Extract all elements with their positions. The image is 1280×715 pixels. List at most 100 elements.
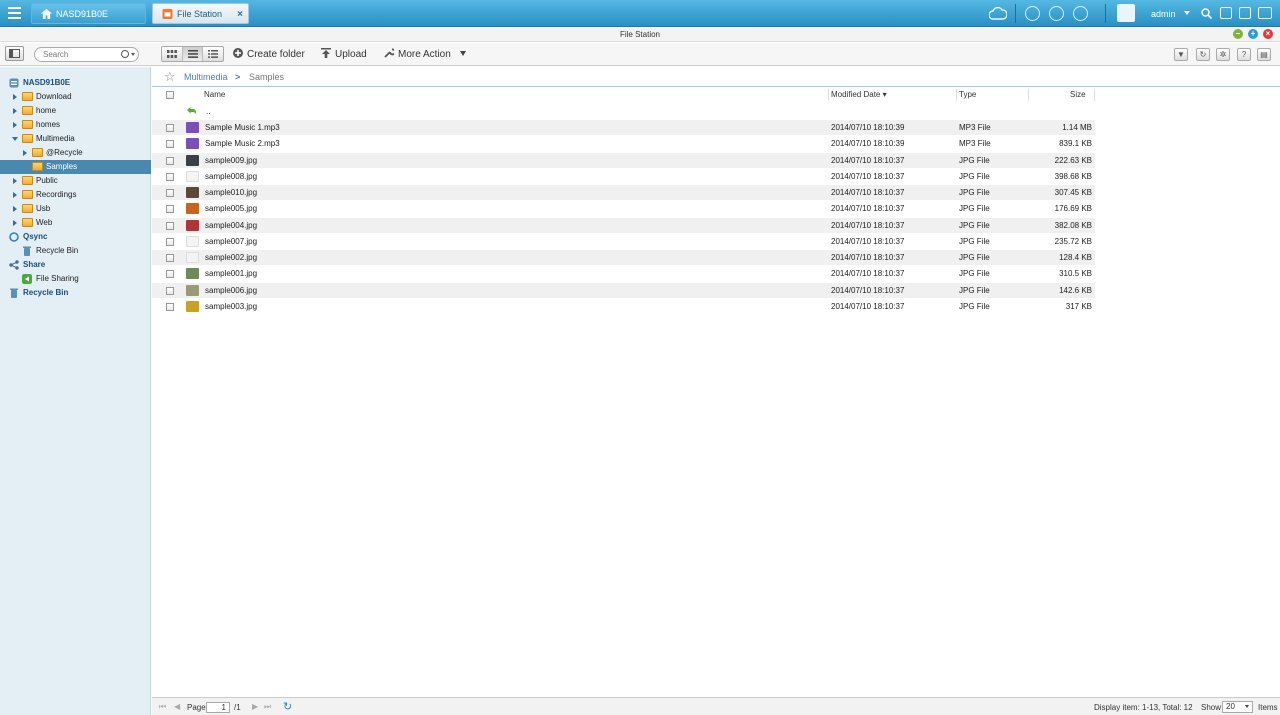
refresh-list-icon[interactable]: ↻: [283, 700, 292, 713]
row-checkbox[interactable]: [166, 124, 174, 132]
file-name[interactable]: sample004.jpg: [205, 218, 257, 233]
upload-button[interactable]: Upload: [321, 47, 367, 62]
tab-close-icon[interactable]: ×: [237, 4, 243, 25]
sidebar-item-root[interactable]: NASD91B0E: [0, 76, 151, 90]
collapse-icon[interactable]: [12, 137, 18, 141]
file-name[interactable]: Sample Music 1.mp3: [205, 120, 280, 135]
taskbar-search-icon[interactable]: [1201, 8, 1212, 19]
create-folder-button[interactable]: Create folder: [233, 47, 305, 62]
file-name[interactable]: sample010.jpg: [205, 185, 257, 200]
more-action-button[interactable]: More Action: [384, 47, 466, 62]
expand-icon[interactable]: [13, 94, 17, 100]
settings-icon[interactable]: ✲: [1216, 48, 1230, 61]
home-tab[interactable]: NASD91B0E: [31, 3, 146, 24]
search-box[interactable]: [34, 47, 139, 62]
expand-icon[interactable]: [13, 192, 17, 198]
user-icon[interactable]: [1117, 4, 1135, 22]
file-name[interactable]: sample001.jpg: [205, 266, 257, 281]
file-name[interactable]: sample002.jpg: [205, 250, 257, 265]
table-row[interactable]: sample005.jpg 2014/07/10 18:10:37 JPG File…: [152, 201, 1095, 216]
monitor-icon[interactable]: [1258, 7, 1272, 19]
menu-icon[interactable]: [4, 3, 26, 23]
panel-toggle-icon[interactable]: ▤: [1257, 48, 1271, 61]
table-row[interactable]: Sample Music 1.mp3 2014/07/10 18:10:39 MP3…: [152, 120, 1095, 135]
file-name[interactable]: sample007.jpg: [205, 234, 257, 249]
row-checkbox[interactable]: [166, 254, 174, 262]
row-checkbox[interactable]: [166, 302, 174, 311]
row-checkbox[interactable]: [166, 205, 174, 214]
close-window-icon[interactable]: ×: [1263, 29, 1273, 39]
sidebar-item-recycle-bin[interactable]: Recycle Bin: [0, 286, 151, 300]
table-row[interactable]: sample003.jpg 2014/07/10 18:10:37 JPG File…: [152, 299, 1095, 314]
row-checkbox[interactable]: [166, 156, 174, 165]
expand-icon[interactable]: [13, 220, 17, 226]
select-all-checkbox[interactable]: [166, 91, 174, 99]
breadcrumb-item-samples[interactable]: Samples: [249, 72, 284, 82]
table-row[interactable]: sample007.jpg 2014/07/10 18:10:37 JPG File…: [152, 234, 1095, 249]
refresh-icon[interactable]: ↻: [1196, 48, 1210, 61]
sidebar-toggle-button[interactable]: [5, 46, 24, 61]
prev-page-icon[interactable]: ◀: [174, 702, 182, 711]
list-view-button[interactable]: [182, 47, 204, 61]
filter-icon[interactable]: ▼: [1174, 48, 1188, 61]
file-name[interactable]: sample005.jpg: [205, 201, 257, 216]
table-row[interactable]: sample009.jpg 2014/07/10 18:10:37 JPG File…: [152, 152, 1095, 168]
info-icon[interactable]: [1073, 6, 1088, 21]
table-row[interactable]: Sample Music 2.mp3 2014/07/10 18:10:39 MP3…: [152, 136, 1095, 151]
table-row[interactable]: sample006.jpg 2014/07/10 18:10:37 JPG File…: [152, 282, 1095, 298]
row-checkbox[interactable]: [166, 270, 174, 279]
expand-icon[interactable]: [13, 108, 17, 114]
expand-icon[interactable]: [13, 122, 17, 128]
expand-icon[interactable]: [13, 206, 17, 212]
page-size-select[interactable]: 20: [1222, 701, 1253, 713]
column-size[interactable]: Size: [1070, 90, 1086, 99]
table-row[interactable]: sample001.jpg 2014/07/10 18:10:37 JPG File…: [152, 266, 1095, 281]
row-checkbox[interactable]: [166, 140, 174, 149]
breadcrumb-item-multimedia[interactable]: Multimedia: [184, 72, 228, 82]
last-page-icon[interactable]: ⏭: [264, 702, 272, 711]
table-row[interactable]: sample010.jpg 2014/07/10 18:10:37 JPG File…: [152, 185, 1095, 200]
star-icon[interactable]: ☆: [164, 69, 176, 85]
user-dropdown-icon[interactable]: [1184, 11, 1190, 15]
row-checkbox[interactable]: [166, 172, 174, 181]
sidebar-item-homes[interactable]: homes: [0, 118, 151, 132]
sidebar-item-share[interactable]: Share: [0, 258, 151, 272]
parent-folder-row[interactable]: ..: [152, 104, 1095, 119]
minimize-icon[interactable]: –: [1233, 29, 1243, 39]
sidebar-item-download[interactable]: Download: [0, 90, 151, 104]
sidebar-item-web[interactable]: Web: [0, 216, 151, 230]
page-number-input[interactable]: 1: [206, 702, 230, 713]
file-name[interactable]: sample008.jpg: [205, 169, 257, 184]
grid-icon[interactable]: [1239, 7, 1251, 19]
file-name[interactable]: sample006.jpg: [205, 283, 257, 298]
row-checkbox[interactable]: [166, 237, 174, 246]
table-row[interactable]: sample008.jpg 2014/07/10 18:10:37 JPG File…: [152, 169, 1095, 184]
search-icon[interactable]: [121, 50, 129, 58]
column-name[interactable]: Name: [204, 90, 225, 99]
file-station-tab[interactable]: File Station ×: [152, 3, 249, 24]
row-checkbox[interactable]: [166, 286, 174, 295]
sidebar-item-public[interactable]: Public: [0, 174, 151, 188]
search-input[interactable]: [43, 49, 118, 60]
next-page-icon[interactable]: ▶: [252, 702, 260, 711]
sync-icon[interactable]: [1049, 6, 1064, 21]
sidebar-item-home[interactable]: home: [0, 104, 151, 118]
file-name[interactable]: Sample Music 2.mp3: [205, 136, 280, 151]
expand-icon[interactable]: [23, 150, 27, 156]
row-checkbox[interactable]: [166, 221, 174, 230]
row-checkbox[interactable]: [166, 189, 174, 197]
user-name[interactable]: admin: [1151, 9, 1176, 19]
thumbnail-view-button[interactable]: [162, 47, 183, 61]
expand-icon[interactable]: [13, 178, 17, 184]
sidebar-item-qsync-recycle-bin[interactable]: Recycle Bin: [0, 244, 151, 258]
table-row[interactable]: sample002.jpg 2014/07/10 18:10:37 JPG File…: [152, 250, 1095, 265]
sidebar-item-qsync[interactable]: Qsync: [0, 230, 151, 244]
sidebar-item-recycle[interactable]: @Recycle: [0, 146, 151, 160]
sidebar-item-samples[interactable]: Samples: [0, 160, 151, 174]
search-dropdown-icon[interactable]: [131, 53, 135, 56]
column-modified-date[interactable]: Modified Date ▾: [831, 90, 887, 99]
column-type[interactable]: Type: [959, 90, 976, 99]
table-row[interactable]: sample004.jpg 2014/07/10 18:10:37 JPG File…: [152, 217, 1095, 233]
cloud-icon[interactable]: [989, 7, 1007, 20]
download-icon[interactable]: [1025, 6, 1040, 21]
